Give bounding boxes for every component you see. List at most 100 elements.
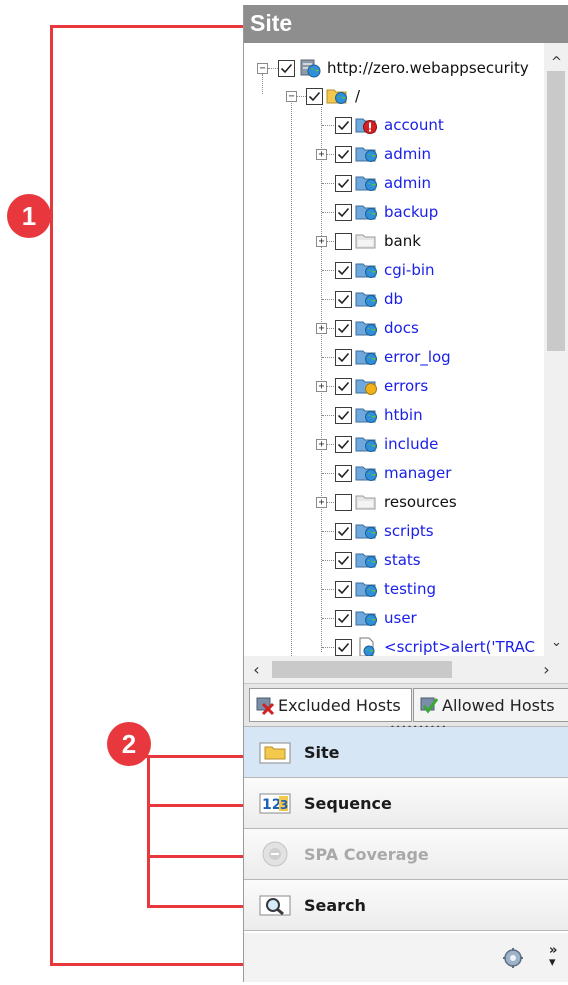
checkbox-checked[interactable] [335,551,352,569]
tree-node-label[interactable]: error_log [384,348,451,366]
dir-collapse-toggle[interactable]: − [286,91,297,102]
checkbox-checked[interactable] [335,145,352,163]
tree-node-label[interactable]: user [384,609,417,627]
tree-node-root[interactable]: http://zero.webappsecurity [278,56,529,80]
checkbox-checked[interactable] [335,319,352,337]
tree-node-label[interactable]: admin [384,145,431,163]
folder-globe-icon [355,144,379,164]
nav-search[interactable]: Search [244,880,568,931]
vertical-scroll-thumb[interactable] [547,71,565,351]
folder-gray-icon [355,492,379,512]
tab-allowed-hosts[interactable]: Allowed Hosts [413,688,568,722]
tree-node-label[interactable]: bank [384,232,421,250]
checkbox-checked[interactable] [335,580,352,598]
expand-toggle[interactable]: + [316,439,327,450]
tree-vertical-scrollbar[interactable]: ^ ⌄ [544,43,568,656]
tree-node-item[interactable]: htbin [335,403,423,427]
tree-node-item[interactable]: admin [335,142,431,166]
expand-toggle[interactable]: + [316,497,327,508]
expand-toggle[interactable]: + [316,236,327,247]
tree-node-label[interactable]: errors [384,377,428,395]
checkbox-checked[interactable] [335,174,352,192]
checkbox-checked[interactable] [335,348,352,366]
folder-globe-icon [355,521,379,541]
tab-excluded-hosts[interactable]: Excluded Hosts [249,688,412,722]
tree-node-label[interactable]: db [384,290,403,308]
checkbox-checked[interactable] [335,261,352,279]
callout-1-bracket-top [50,25,243,28]
tree-node-item[interactable]: include [335,432,438,456]
tree-node-label[interactable]: manager [384,464,451,482]
checkbox-checked[interactable] [335,116,352,134]
folder-globe-icon [355,434,379,454]
tree-node-item[interactable]: bank [335,229,421,253]
tree-node-dir-label: / [355,87,361,105]
tree-node-item[interactable]: resources [335,490,457,514]
checkbox-checked[interactable] [335,464,352,482]
tree-node-label[interactable]: docs [384,319,419,337]
tree-node-item[interactable]: db [335,287,403,311]
nav-site[interactable]: Site [244,727,568,778]
tree-node-label[interactable]: testing [384,580,436,598]
checkbox-checked[interactable] [335,377,352,395]
tree-node-item[interactable]: <script>alert('TRAC [335,635,535,656]
expand-toggle[interactable]: + [316,381,327,392]
folder-globe-icon [355,579,379,599]
checkbox-checked[interactable] [335,609,352,627]
tree-node-label[interactable]: admin [384,174,431,192]
checkbox-checked[interactable] [335,290,352,308]
tree-node-item[interactable]: backup [335,200,438,224]
tree-node-item[interactable]: error_log [335,345,451,369]
folder-warning-icon [355,376,379,396]
tree-horizontal-scrollbar[interactable]: ‹ › [244,656,568,683]
overflow-chevron-icon[interactable]: » ▾ [549,944,557,969]
tree-node-item[interactable]: admin [335,171,431,195]
tree-node-label[interactable]: htbin [384,406,423,424]
checkbox-checked[interactable] [335,638,352,656]
tree-node-item[interactable]: docs [335,316,419,340]
checkbox-checked[interactable] [335,406,352,424]
checkbox-unchecked[interactable] [335,493,352,511]
root-collapse-toggle[interactable]: − [257,63,268,74]
tree-node-label[interactable]: backup [384,203,438,221]
checkbox-checked[interactable] [335,435,352,453]
tree-node-label[interactable]: <script>alert('TRAC [384,638,535,656]
scroll-left-arrow-icon[interactable]: ‹ [244,660,269,679]
tree-node-item[interactable]: manager [335,461,451,485]
site-tree[interactable]: − http://zero.webappsecurity − / account… [244,43,544,656]
checkbox-unchecked[interactable] [335,232,352,250]
tree-node-dir[interactable]: / [306,84,360,108]
tree-node-item[interactable]: scripts [335,519,434,543]
nav-sequence[interactable]: 12 3 Sequence [244,778,568,829]
tree-node-item[interactable]: testing [335,577,436,601]
tree-node-label[interactable]: account [384,116,444,134]
tree-node-label[interactable]: include [384,435,438,453]
callout-1-bracket-vertical [50,25,53,966]
tree-node-item[interactable]: cgi-bin [335,258,435,282]
tree-node-item[interactable]: account [335,113,444,137]
tree-node-item[interactable]: user [335,606,417,630]
horizontal-scroll-thumb[interactable] [272,661,452,678]
tree-node-label[interactable]: cgi-bin [384,261,435,279]
dir-checkbox[interactable] [306,87,323,105]
panel-footer: » ▾ [244,933,568,982]
tree-node-item[interactable]: errors [335,374,428,398]
checkbox-checked[interactable] [335,522,352,540]
tree-node-item[interactable]: stats [335,548,421,572]
checkbox-checked[interactable] [335,203,352,221]
nav-sequence-label: Sequence [304,793,392,813]
expand-toggle[interactable]: + [316,149,327,160]
tree-node-label[interactable]: resources [384,493,457,511]
scroll-up-arrow-icon[interactable]: ^ [544,55,568,70]
expand-toggle[interactable]: + [316,323,327,334]
scroll-right-arrow-icon[interactable]: › [534,660,559,679]
callout-2-line-search [147,905,243,908]
tree-node-label[interactable]: stats [384,551,421,569]
scroll-down-arrow-icon[interactable]: ⌄ [544,635,568,650]
settings-gear-globe-icon[interactable] [502,947,524,969]
nav-spa-coverage[interactable]: SPA Coverage [244,829,568,880]
callout-2-badge: 2 [107,722,151,766]
excluded-hosts-icon [256,697,275,716]
root-checkbox[interactable] [278,59,295,77]
tree-node-label[interactable]: scripts [384,522,434,540]
